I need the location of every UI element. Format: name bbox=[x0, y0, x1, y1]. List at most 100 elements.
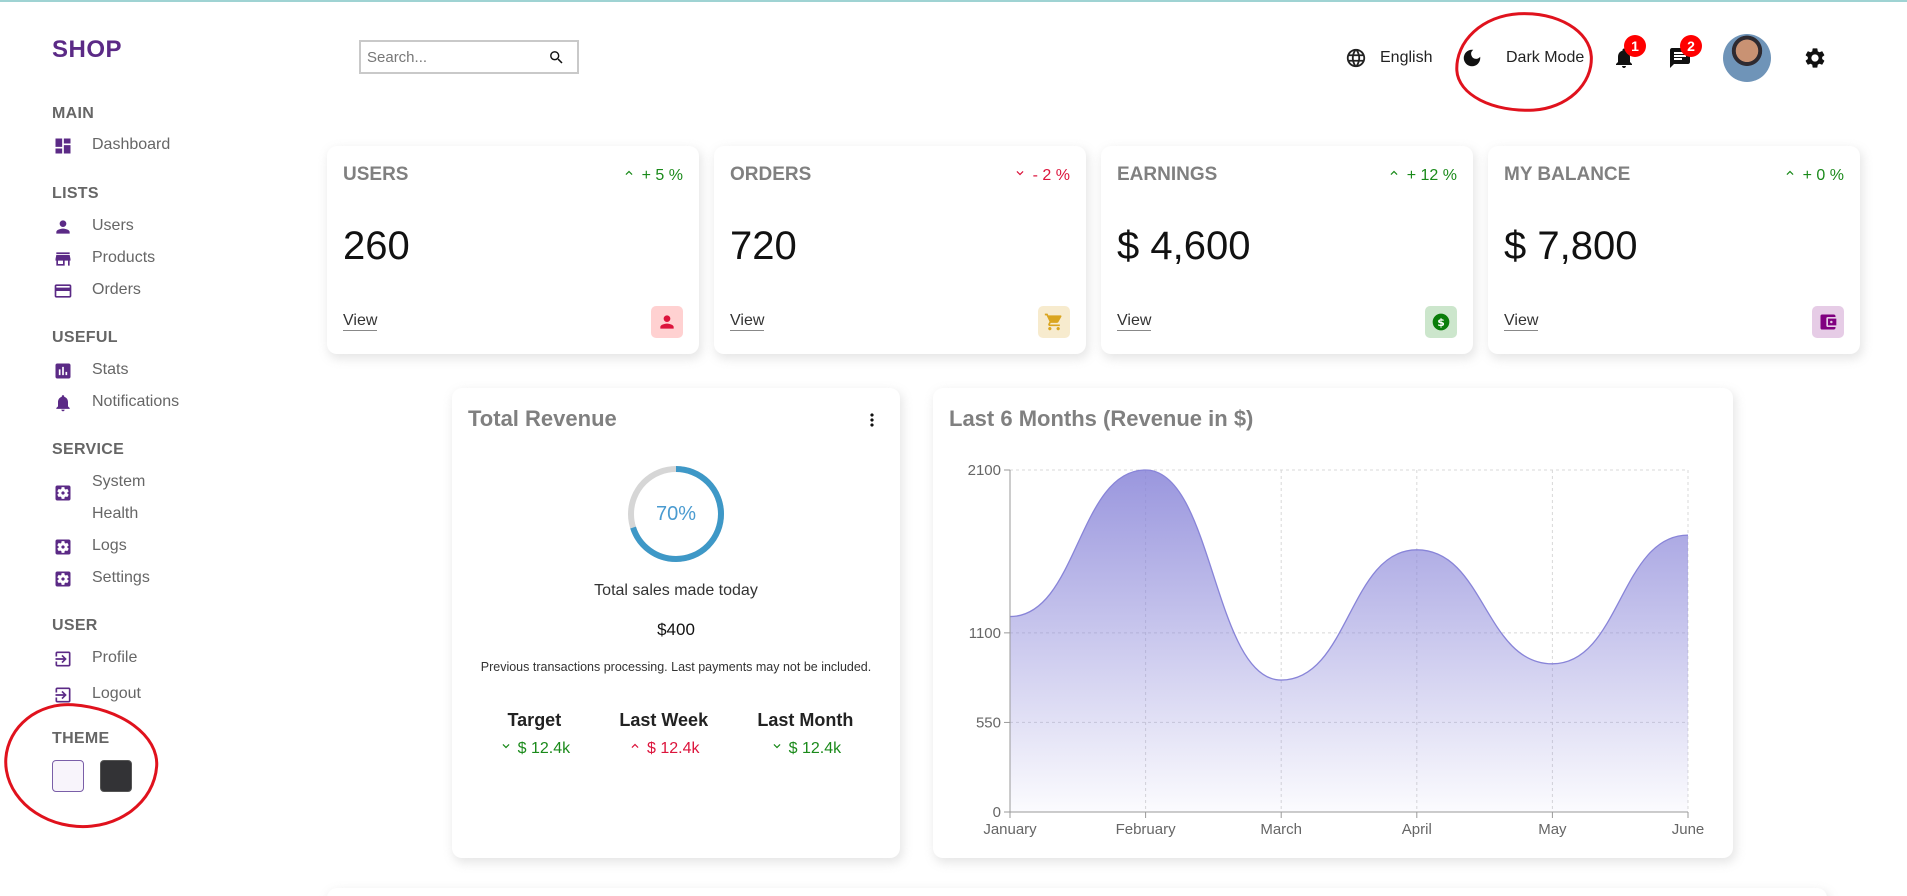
language-label: English bbox=[1380, 49, 1433, 66]
chevron-down-icon bbox=[770, 739, 784, 758]
widget-earnings: EARNINGS + 12 % $ 4,600 View $ bbox=[1101, 146, 1473, 354]
sidebar-item-notifications[interactable]: Notifications bbox=[52, 392, 179, 414]
store-icon bbox=[52, 248, 74, 270]
widget-title: EARNINGS bbox=[1117, 164, 1218, 185]
chevron-down-icon bbox=[499, 739, 513, 758]
widget-value: 260 bbox=[343, 224, 410, 268]
person-icon bbox=[52, 216, 74, 238]
x-tick-label: January bbox=[983, 821, 1037, 838]
search-icon[interactable] bbox=[547, 48, 565, 66]
sidebar-item-label: Logs bbox=[92, 537, 127, 554]
sidebar-item-label: Profile bbox=[92, 649, 138, 666]
widget-title: USERS bbox=[343, 164, 409, 185]
sidebar-item-settings[interactable]: Settings bbox=[52, 568, 150, 590]
sidebar-item-stats[interactable]: Stats bbox=[52, 360, 128, 382]
y-tick-label: 1100 bbox=[969, 625, 1001, 642]
y-tick-label: 0 bbox=[993, 804, 1001, 821]
settings-button[interactable] bbox=[1801, 44, 1829, 72]
bar-chart-icon bbox=[52, 360, 74, 382]
sidebar-item-label: Logout bbox=[92, 685, 141, 702]
widget-users: USERS + 5 % 260 View bbox=[327, 146, 699, 354]
widget-percentage-value: + 5 % bbox=[641, 166, 683, 184]
bell-icon bbox=[52, 392, 74, 414]
stat-title: Last Month bbox=[757, 710, 854, 730]
widget-percentage-value: + 12 % bbox=[1406, 166, 1457, 184]
notifications-button[interactable]: 1 bbox=[1610, 35, 1646, 72]
svg-text:$: $ bbox=[1437, 316, 1445, 329]
widget-view-link[interactable]: View bbox=[1504, 312, 1539, 331]
widget-value: $ 4,600 bbox=[1117, 224, 1251, 268]
widget-view-link[interactable]: View bbox=[343, 312, 378, 331]
annotation-circle-dark-mode bbox=[1452, 8, 1596, 116]
sidebar-item-label: Orders bbox=[92, 281, 141, 298]
widget-view-link[interactable]: View bbox=[1117, 312, 1152, 331]
language-selector[interactable]: English bbox=[1344, 46, 1432, 70]
sidebar-item-label: Notifications bbox=[92, 393, 180, 410]
widget-percentage: + 0 % bbox=[1783, 166, 1844, 185]
total-revenue-card: Total Revenue 70% Total sales made today… bbox=[452, 388, 900, 858]
widget-percentage-value: - 2 % bbox=[1032, 166, 1070, 184]
widget-value: $ 7,800 bbox=[1504, 224, 1638, 268]
messages-button[interactable]: 2 bbox=[1666, 35, 1702, 72]
sidebar-item-label: Dashboard bbox=[92, 136, 171, 153]
stat-target: Target $ 12.4k bbox=[499, 710, 570, 758]
messages-badge: 2 bbox=[1680, 35, 1702, 57]
progress-ring: 70% bbox=[626, 464, 726, 564]
search-input[interactable] bbox=[367, 48, 547, 66]
widget-percentage-value: + 0 % bbox=[1802, 166, 1844, 184]
card-title: Total Revenue bbox=[468, 406, 617, 431]
logo[interactable]: SHOP bbox=[52, 36, 122, 64]
settings-applications-icon bbox=[52, 536, 74, 558]
widget-title: MY BALANCE bbox=[1504, 164, 1631, 185]
sidebar-item-products[interactable]: Products bbox=[52, 248, 155, 270]
widget-orders: ORDERS - 2 % 720 View bbox=[714, 146, 1086, 354]
revenue-chart-card: Last 6 Months (Revenue in $) 0 550 1100 210… bbox=[933, 388, 1733, 858]
chevron-up-icon bbox=[622, 166, 636, 185]
stat-last-month: Last Month $ 12.4k bbox=[757, 710, 853, 758]
x-tick-label: May bbox=[1538, 821, 1567, 838]
globe-icon bbox=[1344, 46, 1368, 70]
section-title-lists: LISTS bbox=[52, 185, 99, 202]
widget-my-balance: MY BALANCE + 0 % $ 7,800 View bbox=[1488, 146, 1860, 354]
stat-value: $ 12.4k bbox=[499, 739, 570, 758]
sales-amount: $400 bbox=[657, 620, 695, 639]
summary-stats: Target $ 12.4k Last Week $ 12.4k Last Month $… bbox=[452, 710, 900, 758]
sidebar-item-system-health[interactable]: System Health bbox=[52, 472, 145, 524]
x-tick-label: June bbox=[1672, 821, 1705, 838]
widget-view-link[interactable]: View bbox=[730, 312, 765, 331]
credit-card-icon bbox=[52, 280, 74, 302]
x-tick-label: February bbox=[1116, 821, 1177, 838]
progress-label: 70% bbox=[655, 502, 697, 525]
x-tick-label: April bbox=[1402, 821, 1432, 838]
stat-value: $ 12.4k bbox=[619, 739, 708, 758]
widget-percentage: - 2 % bbox=[1013, 166, 1070, 185]
widget-title: ORDERS bbox=[730, 164, 812, 185]
chevron-down-icon bbox=[1013, 166, 1027, 185]
stat-value: $ 12.4k bbox=[757, 739, 853, 758]
sidebar-item-label: System Health bbox=[92, 472, 145, 524]
settings-applications-icon bbox=[52, 482, 74, 504]
stat-last-week: Last Week $ 12.4k bbox=[619, 710, 708, 758]
sidebar-item-label-line-2: Health bbox=[92, 505, 139, 522]
widget-value: 720 bbox=[730, 224, 797, 268]
sidebar-item-dashboard[interactable]: Dashboard bbox=[52, 135, 170, 157]
section-title-useful: USEFUL bbox=[52, 329, 118, 346]
x-tick-label: March bbox=[1260, 821, 1302, 838]
notifications-badge: 1 bbox=[1624, 35, 1646, 57]
dollar-icon: $ bbox=[1425, 306, 1457, 338]
chevron-up-icon bbox=[1387, 166, 1401, 185]
dashboard-icon bbox=[52, 135, 74, 157]
y-tick-label: 2100 bbox=[968, 462, 1001, 479]
sidebar-item-logs[interactable]: Logs bbox=[52, 536, 127, 558]
more-vert-icon[interactable] bbox=[860, 408, 884, 432]
person-icon bbox=[651, 306, 683, 338]
sidebar-item-label: Users bbox=[92, 217, 134, 234]
area-fill bbox=[1010, 470, 1688, 812]
avatar[interactable] bbox=[1723, 34, 1771, 82]
sidebar-item-label-line-1: System bbox=[92, 473, 146, 490]
sidebar-item-orders[interactable]: Orders bbox=[52, 280, 141, 302]
sidebar-item-profile[interactable]: Profile bbox=[52, 648, 137, 670]
sidebar-item-users[interactable]: Users bbox=[52, 216, 134, 238]
widget-percentage: + 12 % bbox=[1387, 166, 1457, 185]
section-title-main: MAIN bbox=[52, 105, 95, 122]
